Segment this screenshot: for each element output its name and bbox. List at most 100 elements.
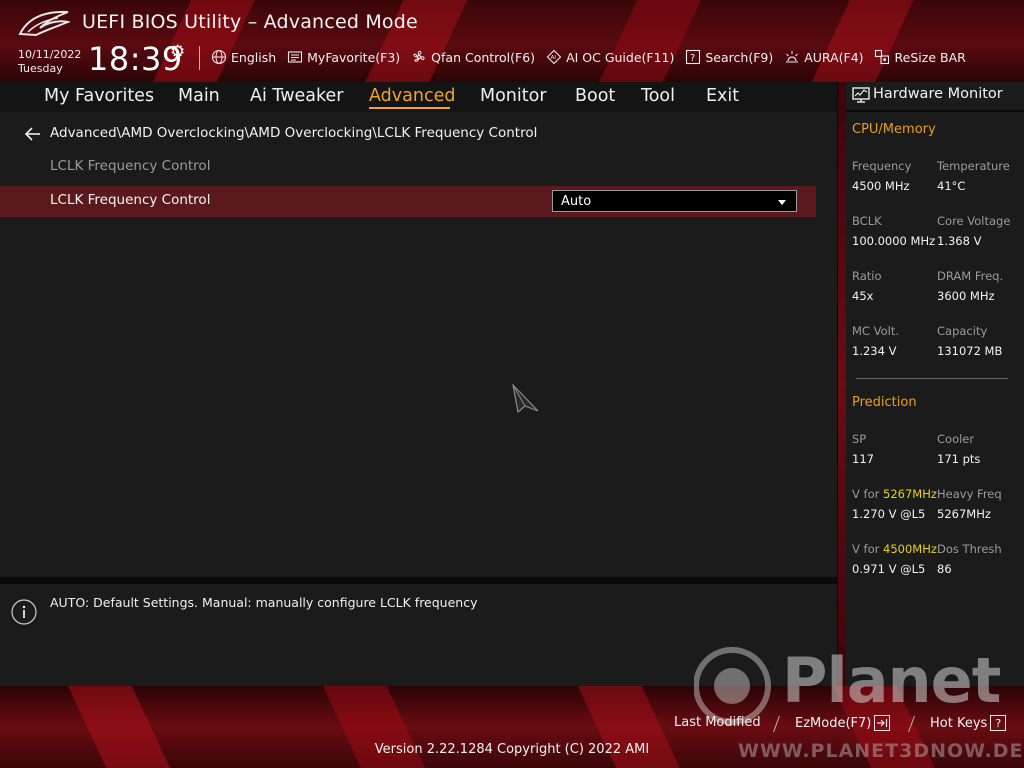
- hw-value-heavy-freq: 5267MHz: [937, 507, 991, 521]
- hw-value-mc-volt: 1.234 V: [852, 344, 897, 358]
- panel-divider: [838, 82, 846, 686]
- ezmode-label: EzMode(F7): [795, 715, 872, 731]
- myfavorite-button[interactable]: MyFavorite(F3): [286, 49, 400, 66]
- myfavorite-label: MyFavorite(F3): [307, 49, 401, 65]
- v-for-freq-1: 5267MHz: [883, 487, 937, 501]
- hw-value-v-1: 1.270 V @L5: [852, 507, 926, 521]
- hw-label-ratio: Ratio: [852, 269, 882, 283]
- hw-label-sp: SP: [852, 432, 867, 446]
- tab-boot[interactable]: Boot: [575, 86, 615, 106]
- hw-label-frequency: Frequency: [852, 159, 912, 173]
- last-modified-button[interactable]: Last Modified: [674, 715, 761, 730]
- hw-label-mc-volt: MC Volt.: [852, 324, 899, 338]
- dropdown-value: Auto: [561, 194, 592, 209]
- hw-title-bar: [846, 110, 1024, 112]
- monitor-icon: [852, 87, 870, 103]
- clock[interactable]: 18:39: [88, 40, 183, 78]
- info-icon: [11, 599, 37, 625]
- header-divider: [199, 46, 200, 70]
- hw-value-dram-freq: 3600 MHz: [937, 289, 995, 303]
- resize-bar-label: ReSize BAR: [894, 49, 966, 65]
- hw-value-v-2: 0.971 V @L5: [852, 562, 926, 576]
- ai-oc-guide-button[interactable]: AI AI OC Guide(F11): [545, 49, 674, 66]
- watermark-word: Planet: [782, 644, 1001, 717]
- search-label: Search(F9): [705, 49, 774, 65]
- hw-value-sp: 117: [852, 452, 874, 466]
- breadcrumb: Advanced\AMD Overclocking\AMD Overclocki…: [50, 125, 538, 141]
- day: Tuesday: [18, 62, 63, 75]
- tab-advanced[interactable]: Advanced: [369, 86, 455, 106]
- hw-label-capacity: Capacity: [937, 324, 988, 338]
- hw-divider: [856, 378, 1008, 379]
- hw-label-temperature: Temperature: [937, 159, 1010, 173]
- section-label: LCLK Frequency Control: [50, 158, 211, 174]
- cpu-memory-section: CPU/Memory: [852, 122, 936, 137]
- gear-icon[interactable]: ⚙: [170, 42, 185, 62]
- prediction-section: Prediction: [852, 395, 917, 410]
- question-key-icon: ?: [990, 715, 1007, 731]
- hw-label-dram-freq: DRAM Freq.: [937, 269, 1004, 283]
- v-for-label: V for: [852, 487, 880, 501]
- resize-bar-button[interactable]: ReSize BAR: [874, 49, 966, 66]
- ai-oc-guide-label: AI OC Guide(F11): [566, 49, 675, 65]
- hw-value-temperature: 41°C: [937, 179, 966, 193]
- hw-label-cooler: Cooler: [937, 432, 975, 446]
- hw-value-dos-thresh: 86: [937, 562, 952, 576]
- exit-arrow-icon: [874, 715, 891, 731]
- fan-icon: [410, 49, 427, 66]
- hw-value-frequency: 4500 MHz: [852, 179, 910, 193]
- ezmode-button[interactable]: EzMode(F7): [795, 715, 891, 731]
- tab-exit[interactable]: Exit: [706, 86, 739, 106]
- hw-value-core-voltage: 1.368 V: [937, 234, 982, 248]
- hw-label-dos-thresh: Dos Thresh: [937, 542, 1002, 556]
- language-button[interactable]: English: [210, 49, 276, 66]
- tab-ai-tweaker[interactable]: Ai Tweaker: [250, 86, 343, 106]
- hw-value-capacity: 131072 MB: [937, 344, 1003, 358]
- qfan-control-label: Qfan Control(F6): [431, 49, 536, 65]
- resize-bar-icon: [874, 49, 891, 66]
- setting-label: LCLK Frequency Control: [50, 192, 211, 208]
- hw-value-bclk: 100.0000 MHz: [852, 234, 936, 248]
- help-text: AUTO: Default Settings. Manual: manually…: [50, 595, 478, 610]
- version-text: Version 2.22.1284 Copyright (C) 2022 AMI: [374, 742, 650, 757]
- back-arrow-icon[interactable]: [24, 125, 42, 143]
- mouse-pointer-icon: [512, 384, 539, 414]
- favorite-icon: [286, 49, 303, 66]
- search-icon: ?: [684, 49, 701, 66]
- hardware-monitor-title: Hardware Monitor: [873, 86, 1003, 102]
- app-title: UEFI BIOS Utility – Advanced Mode: [82, 11, 418, 33]
- help-separator: [0, 577, 837, 584]
- rog-logo-icon: [18, 10, 70, 37]
- tab-main[interactable]: Main: [178, 86, 220, 106]
- hw-value-cooler: 171 pts: [937, 452, 981, 466]
- v-for-label: V for: [852, 542, 880, 556]
- hw-label-v-for-1: V for 5267MHz: [852, 487, 937, 501]
- date: 10/11/2022: [18, 48, 82, 61]
- v-for-freq-2: 4500MHz: [883, 542, 937, 556]
- globe-icon: [210, 49, 227, 66]
- hw-label-bclk: BCLK: [852, 214, 882, 228]
- hot-keys-button[interactable]: Hot Keys ?: [930, 715, 1007, 731]
- caret-down-icon: [778, 200, 786, 205]
- hw-label-heavy-freq: Heavy Freq: [937, 487, 1002, 501]
- tab-monitor[interactable]: Monitor: [480, 86, 547, 106]
- ai-chip-icon: AI: [545, 49, 562, 66]
- lclk-frequency-dropdown[interactable]: Auto: [552, 190, 797, 212]
- aura-icon: [783, 49, 800, 66]
- toolbar: English MyFavorite(F3) Qfan Control(F6) …: [210, 47, 976, 67]
- tab-my-favorites[interactable]: My Favorites: [44, 86, 154, 106]
- language-label: English: [231, 49, 277, 65]
- aura-label: AURA(F4): [804, 49, 864, 65]
- qfan-control-button[interactable]: Qfan Control(F6): [410, 49, 535, 66]
- hw-value-ratio: 45x: [852, 289, 874, 303]
- hw-label-v-for-2: V for 4500MHz: [852, 542, 937, 556]
- hot-keys-label: Hot Keys: [930, 715, 988, 731]
- hw-label-core-voltage: Core Voltage: [937, 214, 1011, 228]
- search-button[interactable]: ? Search(F9): [684, 49, 773, 66]
- aura-button[interactable]: AURA(F4): [783, 49, 864, 66]
- tab-tool[interactable]: Tool: [641, 86, 675, 106]
- active-tab-underline: [369, 107, 450, 109]
- svg-text:?: ?: [690, 53, 695, 64]
- settings-panel: [0, 112, 837, 577]
- svg-text:AI: AI: [550, 55, 556, 61]
